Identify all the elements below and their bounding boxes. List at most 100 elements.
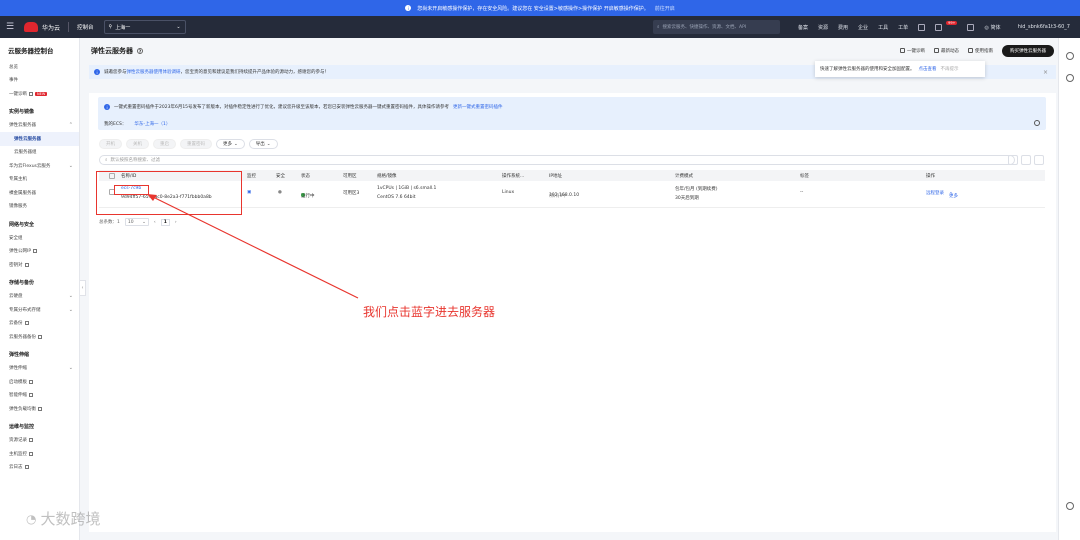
sidebar-item-logs[interactable]: 云日志 bbox=[0, 461, 79, 475]
top-nav-beian[interactable]: 备案 bbox=[798, 24, 808, 31]
user-account-menu[interactable]: hid_sbnk6fa1t3-60_7 bbox=[1018, 16, 1070, 38]
notification-icon[interactable] bbox=[935, 23, 943, 31]
sidebar-item-ecs-parent[interactable]: 弹性云服务器 ⌃ bbox=[0, 119, 79, 133]
latest-news-link[interactable]: 最新动态 bbox=[934, 48, 959, 54]
sidebar-item-server-backup[interactable]: 云服务器备份 bbox=[0, 330, 79, 344]
sidebar-item-evs[interactable]: 云硬盘 ⌄ bbox=[0, 290, 79, 304]
sidebar-item-resource-records[interactable]: 资源记录 bbox=[0, 434, 79, 448]
refresh-icon[interactable] bbox=[1034, 120, 1040, 126]
sidebar-item-images[interactable]: 镜像服务 bbox=[0, 200, 79, 214]
tooltip-dismiss-link[interactable]: 不再提示 bbox=[941, 66, 959, 72]
help-icon[interactable] bbox=[1008, 155, 1018, 165]
sidebar-item-label: 专属主机 bbox=[9, 177, 27, 183]
sidebar-item-as[interactable]: 弹性伸缩 ⌄ bbox=[0, 362, 79, 376]
tooltip-view-link[interactable]: 点击查看 bbox=[919, 66, 937, 72]
column-billing[interactable]: 计费模式 bbox=[675, 173, 693, 179]
user-guide-link[interactable]: 使用指南 bbox=[968, 48, 993, 54]
page-title-text: 弹性云服务器 bbox=[91, 47, 133, 55]
right-toolbar bbox=[1058, 38, 1080, 540]
security-notice-bar: i 您尚未开启敏感操作保护，存在安全风险。建议您在 安全设置>敏感操作>操作保护… bbox=[0, 0, 1080, 16]
column-security: 安全 bbox=[276, 174, 285, 179]
feedback-icon[interactable] bbox=[1065, 74, 1074, 82]
top-nav-enterprise[interactable]: 企业 bbox=[858, 24, 868, 31]
sidebar-item-smart-scaling[interactable]: 智能伸缩 bbox=[0, 389, 79, 403]
console-link[interactable]: 控制台 bbox=[77, 23, 94, 31]
page-size-select[interactable]: 10 ⌄ bbox=[124, 218, 149, 226]
more-button[interactable]: 更多 ⌄ bbox=[216, 139, 245, 149]
row-more-link[interactable]: 更多 ⌄ bbox=[949, 190, 958, 199]
help-icon[interactable]: ? bbox=[137, 48, 143, 54]
refresh-icon[interactable] bbox=[1021, 155, 1031, 165]
page-title: 弹性云服务器 ? bbox=[91, 46, 143, 56]
update-plugin-link[interactable]: 更新一键式重置密码插件 bbox=[453, 104, 503, 110]
prev-page-button[interactable]: ‹ bbox=[154, 220, 156, 225]
sidebar-item-launch-templates[interactable]: 启动模板 bbox=[0, 375, 79, 389]
monitor-icon[interactable]: ▣ bbox=[247, 190, 251, 195]
column-status[interactable]: 状态 bbox=[301, 173, 310, 179]
global-search-input[interactable]: ⌕ 搜索云服务、快捷操作、资源、文档、API bbox=[653, 20, 780, 34]
column-ip[interactable]: IP地址 bbox=[549, 173, 562, 179]
cloud-shell-icon[interactable] bbox=[918, 23, 926, 31]
guide-icon bbox=[968, 48, 973, 53]
top-nav-tools[interactable]: 工具 bbox=[878, 24, 888, 31]
sidebar-item-diagnose[interactable]: 一键诊断 NEW bbox=[0, 87, 79, 101]
column-os[interactable]: 操作系统... bbox=[502, 173, 524, 179]
annotation-name-box bbox=[114, 185, 149, 195]
region-value: 上海一 bbox=[115, 24, 131, 31]
help-icon[interactable] bbox=[1065, 52, 1074, 60]
help-icon[interactable] bbox=[967, 23, 975, 31]
sidebar-item-bare-metal[interactable]: 裸金属服务器 bbox=[0, 186, 79, 200]
buy-ecs-button[interactable]: 购买弹性云服务器 bbox=[1002, 45, 1054, 57]
column-tags[interactable]: 标签 bbox=[800, 173, 809, 179]
sidebar-item-cbr[interactable]: 云备份 bbox=[0, 317, 79, 331]
close-icon[interactable]: × bbox=[1043, 69, 1048, 76]
sidebar-item-flexus[interactable]: 华为云Flexus云服务 ⌄ bbox=[0, 159, 79, 173]
top-nav-resources[interactable]: 资源 bbox=[818, 24, 828, 31]
customer-service-icon[interactable] bbox=[1066, 502, 1074, 510]
ecs-region-link[interactable]: 华东-上海一（1） bbox=[134, 121, 170, 127]
export-button[interactable]: 导出 ⌄ bbox=[248, 139, 278, 149]
start-button[interactable]: 开机 bbox=[99, 139, 122, 149]
reset-password-button[interactable]: 重置密码 bbox=[180, 139, 212, 149]
sidebar-item-elb[interactable]: 弹性负载均衡 bbox=[0, 402, 79, 416]
zone-value: 可用区3 bbox=[343, 191, 360, 196]
search-placeholder: 搜索云服务、快捷操作、资源、文档、API bbox=[662, 25, 747, 30]
filter-tools bbox=[1008, 155, 1044, 165]
sidebar-collapse-toggle[interactable]: ‹ bbox=[80, 280, 86, 296]
remote-login-link[interactable]: 远程登录 bbox=[926, 190, 944, 196]
watermark: ◔ 大数跨境 bbox=[26, 508, 101, 529]
top-nav-tickets[interactable]: 工单 bbox=[898, 24, 908, 31]
column-zone[interactable]: 可用区 bbox=[343, 173, 357, 179]
news-icon bbox=[934, 48, 939, 53]
sidebar-item-dedicated-host[interactable]: 专属主机 bbox=[0, 173, 79, 187]
survey-link[interactable]: 弹性云服务器使用体验调研 bbox=[127, 69, 181, 75]
language-switch[interactable]: ◎ 简体 bbox=[984, 24, 1000, 31]
brand[interactable]: 华为云 bbox=[24, 22, 60, 32]
stop-button[interactable]: 关机 bbox=[126, 139, 149, 149]
sidebar-item-overview[interactable]: 总览 bbox=[0, 60, 79, 74]
sidebar-item-dss[interactable]: 专属分布式存储 ⌄ bbox=[0, 303, 79, 317]
sidebar-item-server-groups[interactable]: 云服务器组 bbox=[0, 146, 79, 160]
tooltip-text: 快速了解弹性云服务器的使用和安全加固配置。 bbox=[820, 67, 915, 72]
sidebar-item-label: 弹性公网IP bbox=[9, 249, 32, 255]
sidebar-item-host-monitor[interactable]: 主机监控 bbox=[0, 447, 79, 461]
security-icon[interactable]: ● bbox=[278, 190, 282, 195]
region-selector[interactable]: ⚲ 上海一 ⌄ bbox=[103, 20, 186, 34]
settings-icon[interactable] bbox=[1034, 155, 1044, 165]
sidebar-item-security-groups[interactable]: 安全组 bbox=[0, 231, 79, 245]
one-click-diagnose-link[interactable]: 一键诊断 bbox=[900, 48, 925, 54]
current-page[interactable]: 1 bbox=[160, 218, 170, 226]
sidebar-item-ecs[interactable]: 弹性云服务器 bbox=[0, 132, 79, 146]
sidebar-item-keypairs[interactable]: 密钥对 bbox=[0, 258, 79, 272]
sidebar-item-eip[interactable]: 弹性公网IP bbox=[0, 245, 79, 259]
restart-button[interactable]: 重启 bbox=[153, 139, 176, 149]
enable-protection-link[interactable]: 前往开启 bbox=[655, 5, 675, 12]
next-page-button[interactable]: › bbox=[175, 220, 177, 225]
banner-text-post: ，您宝贵的意见和建议是我们持续提升产品体验的源动力，感谢您的参与！ bbox=[180, 70, 330, 75]
action-label: 最新动态 bbox=[941, 49, 959, 54]
column-spec[interactable]: 规格/镜像 bbox=[377, 173, 397, 179]
sidebar-item-events[interactable]: 事件 bbox=[0, 74, 79, 88]
top-nav-billing[interactable]: 费用 bbox=[838, 24, 848, 31]
search-filter-input[interactable]: ⌕ 默认按照名称搜索、过滤 bbox=[99, 155, 1015, 165]
menu-icon[interactable]: ☰ bbox=[0, 22, 20, 32]
